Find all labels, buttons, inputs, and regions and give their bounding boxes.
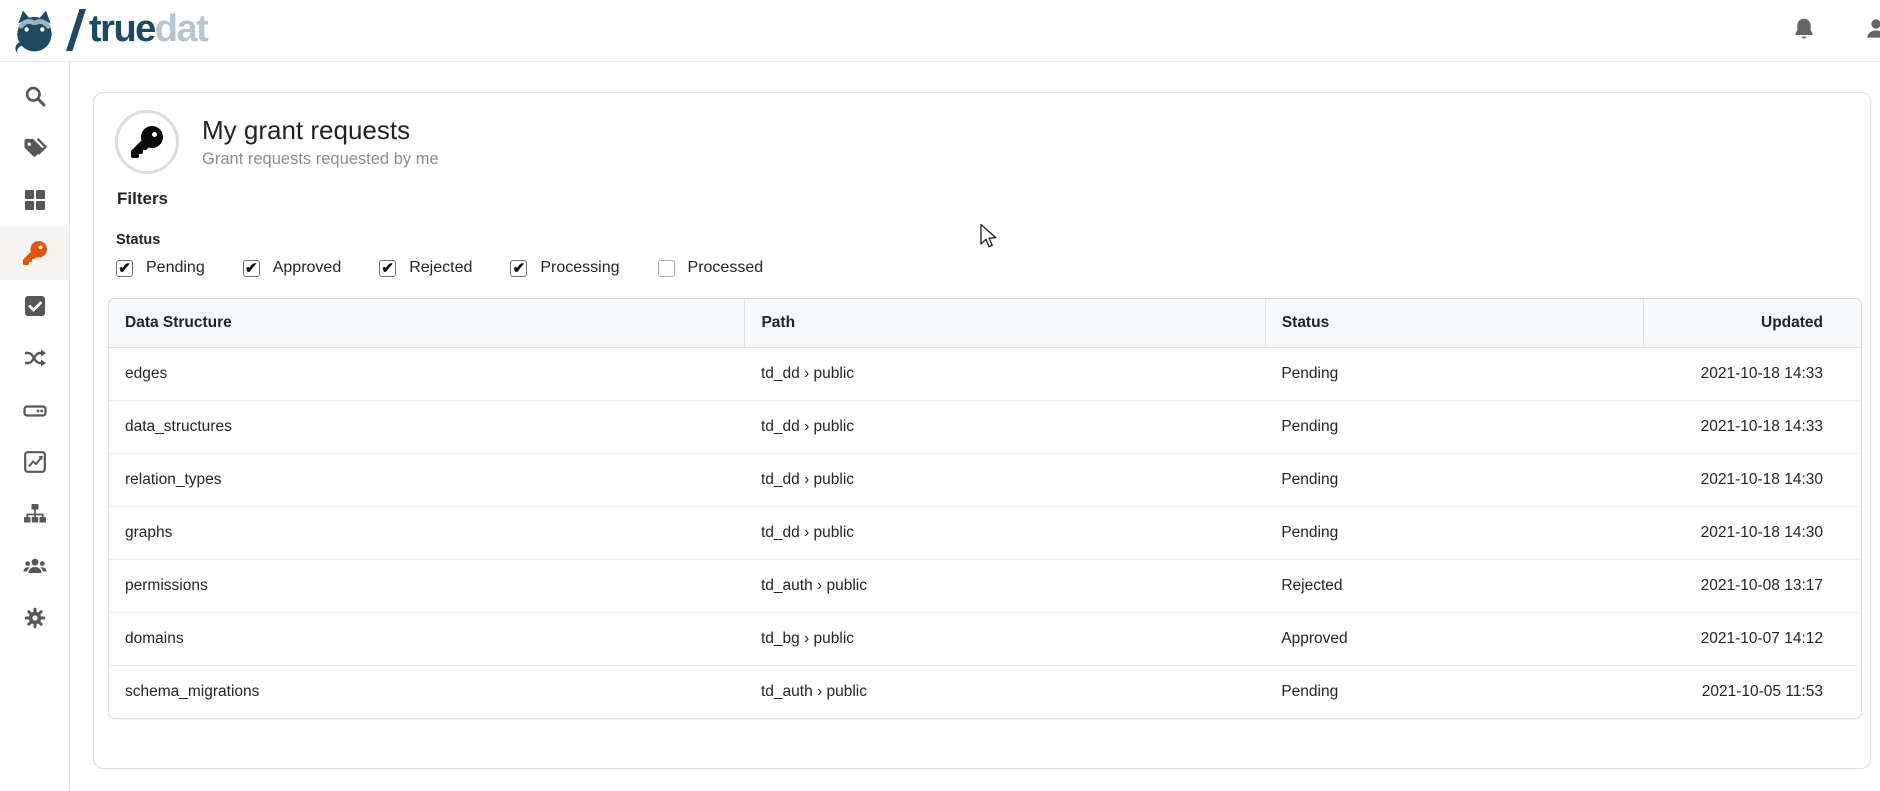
slash-glyph <box>66 9 86 51</box>
status-filter-rejected[interactable]: ✔Rejected <box>379 259 472 277</box>
check-square-icon <box>23 294 47 318</box>
tags-icon <box>23 136 47 160</box>
user-icon <box>1863 16 1880 42</box>
page-header-avatar <box>115 110 179 174</box>
cell-status: Pending <box>1265 507 1643 560</box>
checkmark-icon[interactable]: ✔ <box>243 260 260 277</box>
drive-icon <box>23 398 47 422</box>
cell-path: td_dd › public <box>745 348 1265 401</box>
filters-label: Filters <box>117 189 1870 209</box>
cell-data-structure: relation_types <box>109 454 745 507</box>
page-subtitle: Grant requests requested by me <box>202 150 439 169</box>
checkmark-icon[interactable]: ✔ <box>510 260 527 277</box>
table-header-row: Data StructurePathStatusUpdated <box>109 299 1861 348</box>
cell-path: td_dd › public <box>745 401 1265 454</box>
cell-updated: 2021-10-08 13:17 <box>1644 560 1861 613</box>
key-icon <box>23 241 47 265</box>
cell-status: Approved <box>1265 613 1643 666</box>
chart-line-icon <box>23 450 47 474</box>
cell-status: Pending <box>1265 401 1643 454</box>
search-icon <box>23 84 47 108</box>
cell-data-structure: permissions <box>109 560 745 613</box>
status-filter-row: ✔Pending ✔Approved ✔Rejected ✔Processing Pro… <box>116 259 1870 277</box>
sidebar-item-analytics[interactable] <box>0 436 69 488</box>
checkbox-empty[interactable] <box>658 260 675 277</box>
cell-path: td_dd › public <box>745 507 1265 560</box>
cell-updated: 2021-10-18 14:33 <box>1644 401 1861 454</box>
user-menu-button[interactable] <box>1863 16 1880 47</box>
shuffle-icon <box>23 346 47 370</box>
cell-status: Pending <box>1265 348 1643 401</box>
sitemap-icon <box>23 502 47 526</box>
status-filter-label: Status <box>116 232 1870 248</box>
table-row[interactable]: edgestd_dd › publicPending2021-10-18 14:… <box>109 348 1861 401</box>
status-filter-processing[interactable]: ✔Processing <box>510 259 619 277</box>
cell-data-structure: domains <box>109 613 745 666</box>
cell-updated: 2021-10-18 14:30 <box>1644 507 1861 560</box>
page-header-text: My grant requests Grant requests request… <box>202 115 439 169</box>
cell-updated: 2021-10-18 14:30 <box>1644 454 1861 507</box>
cell-path: td_dd › public <box>745 454 1265 507</box>
grant-requests-card: My grant requests Grant requests request… <box>93 92 1871 769</box>
truedat-logo[interactable]: truedat <box>10 8 207 54</box>
sidebar-item-dashboard[interactable] <box>0 174 69 226</box>
gear-icon <box>23 606 47 630</box>
notifications-button[interactable] <box>1791 16 1817 47</box>
column-header-status: Status <box>1265 299 1643 348</box>
sidebar-item-sources[interactable] <box>0 384 69 436</box>
cell-updated: 2021-10-05 11:53 <box>1644 666 1861 719</box>
grid-icon <box>23 188 47 212</box>
page-title: My grant requests <box>202 115 439 146</box>
sidebar-item-lineage[interactable] <box>0 332 69 384</box>
sidebar-item-settings[interactable] <box>0 592 69 644</box>
sidebar-item-structures[interactable] <box>0 488 69 540</box>
page-header: My grant requests Grant requests request… <box>94 93 1870 174</box>
grant-requests-table-wrap: Data StructurePathStatusUpdated edgestd_… <box>108 298 1862 719</box>
table-head: Data StructurePathStatusUpdated <box>109 299 1861 348</box>
cell-path: td_auth › public <box>745 666 1265 719</box>
main-layout: My grant requests Grant requests request… <box>0 62 1880 791</box>
status-filter-processed[interactable]: Processed <box>658 259 764 277</box>
status-filter-pending[interactable]: ✔Pending <box>116 259 205 277</box>
checkmark-icon[interactable]: ✔ <box>116 260 133 277</box>
cell-data-structure: data_structures <box>109 401 745 454</box>
sidebar-item-users[interactable] <box>0 540 69 592</box>
cell-status: Rejected <box>1265 560 1643 613</box>
users-icon <box>23 554 47 578</box>
sidebar-item-glossary[interactable] <box>0 122 69 174</box>
status-filter-approved[interactable]: ✔Approved <box>243 259 342 277</box>
top-bar: truedat <box>0 0 1880 62</box>
cell-updated: 2021-10-07 14:12 <box>1644 613 1861 666</box>
sidebar <box>0 62 70 791</box>
checkmark-icon[interactable]: ✔ <box>379 260 396 277</box>
table-row[interactable]: relation_typestd_dd › publicPending2021-… <box>109 454 1861 507</box>
table-row[interactable]: permissionstd_auth › publicRejected2021-… <box>109 560 1861 613</box>
content-area: My grant requests Grant requests request… <box>70 62 1880 791</box>
cell-data-structure: schema_migrations <box>109 666 745 719</box>
table-body: edgestd_dd › publicPending2021-10-18 14:… <box>109 348 1861 719</box>
brand-wordmark: truedat <box>89 10 207 52</box>
cell-updated: 2021-10-18 14:33 <box>1644 348 1861 401</box>
cell-path: td_auth › public <box>745 560 1265 613</box>
table-row[interactable]: data_structurestd_dd › publicPending2021… <box>109 401 1861 454</box>
cell-path: td_bg › public <box>745 613 1265 666</box>
cell-data-structure: edges <box>109 348 745 401</box>
column-header-path: Path <box>745 299 1265 348</box>
cell-status: Pending <box>1265 454 1643 507</box>
topbar-actions <box>1791 0 1880 62</box>
bell-icon <box>1791 16 1817 42</box>
table-row[interactable]: schema_migrationstd_auth › publicPending… <box>109 666 1861 719</box>
table-row[interactable]: graphstd_dd › publicPending2021-10-18 14… <box>109 507 1861 560</box>
owl-logo-icon <box>10 8 60 54</box>
key-icon <box>131 126 163 158</box>
table-row[interactable]: domainstd_bg › publicApproved2021-10-07 … <box>109 613 1861 666</box>
column-header-updated: Updated <box>1644 299 1861 348</box>
sidebar-item-grants[interactable] <box>0 226 69 280</box>
sidebar-item-search[interactable] <box>0 70 69 122</box>
grant-requests-table: Data StructurePathStatusUpdated edgestd_… <box>109 299 1861 718</box>
column-header-data-structure: Data Structure <box>109 299 745 348</box>
sidebar-item-quality[interactable] <box>0 280 69 332</box>
cell-data-structure: graphs <box>109 507 745 560</box>
cell-status: Pending <box>1265 666 1643 719</box>
